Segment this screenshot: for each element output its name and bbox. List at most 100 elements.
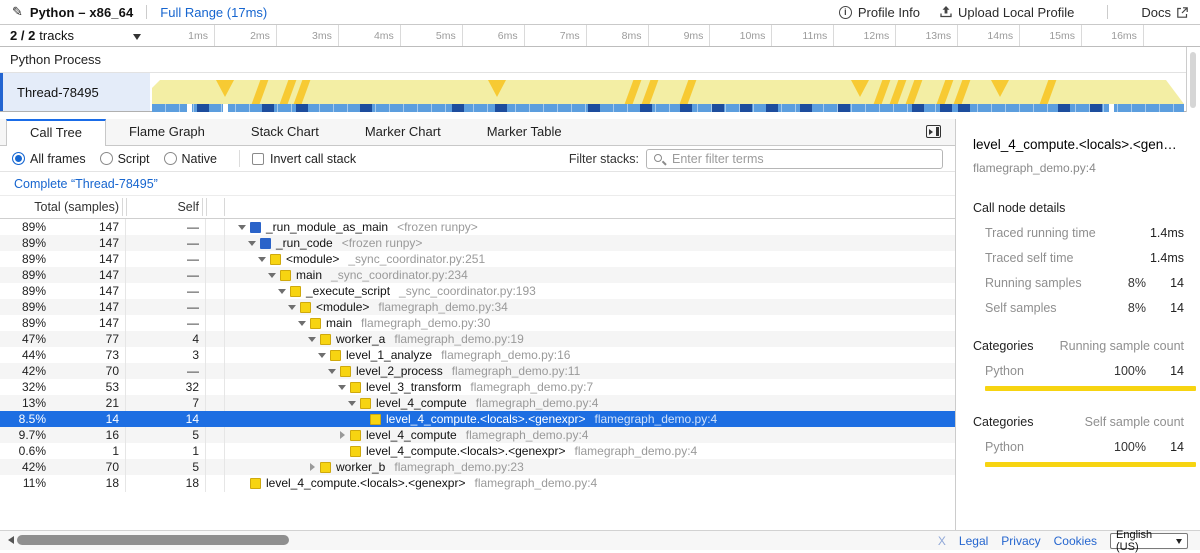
sidebar-toggle-icon bbox=[926, 125, 941, 138]
radio-script[interactable]: Script bbox=[100, 152, 150, 166]
row-self-samples: — bbox=[119, 316, 199, 330]
frame-name: worker_a bbox=[336, 332, 385, 346]
scroll-left-arrow-icon[interactable] bbox=[4, 536, 14, 544]
row-total-percent: 47% bbox=[0, 332, 46, 346]
table-header: Total (samples) Self bbox=[0, 196, 955, 219]
footer-link-privacy[interactable]: Privacy bbox=[1001, 534, 1040, 548]
row-total-samples: 147 bbox=[46, 236, 119, 250]
collapse-arrow-icon[interactable] bbox=[307, 331, 320, 347]
breadcrumb-complete-thread[interactable]: Complete “Thread-78495” bbox=[14, 177, 158, 191]
thread-track-row[interactable]: Thread-78495 bbox=[0, 73, 1186, 112]
collapse-arrow-icon[interactable] bbox=[267, 267, 280, 283]
stat-label: Running samples bbox=[973, 276, 1104, 290]
edit-profile-name-icon[interactable]: ✎ bbox=[12, 4, 23, 20]
docs-link[interactable]: Docs bbox=[1141, 5, 1188, 20]
row-total-percent: 32% bbox=[0, 380, 46, 394]
radio-all-frames-label: All frames bbox=[30, 152, 86, 166]
column-header-self[interactable]: Self bbox=[125, 200, 199, 214]
table-row[interactable]: 89%147—_execute_script_sync_coordinator.… bbox=[0, 283, 955, 299]
table-row[interactable]: 42%70—level_2_processflamegraph_demo.py:… bbox=[0, 363, 955, 379]
footer-link-cookies[interactable]: Cookies bbox=[1054, 534, 1097, 548]
checkbox-icon bbox=[252, 153, 264, 165]
chevron-down-icon bbox=[1176, 539, 1182, 547]
profile-info-button[interactable]: i Profile Info bbox=[839, 5, 920, 20]
sample-segment-dark bbox=[262, 104, 274, 112]
table-row[interactable]: 0.6%11level_4_compute.<locals>.<genexpr>… bbox=[0, 443, 955, 459]
collapse-arrow-icon[interactable] bbox=[337, 379, 350, 395]
table-row[interactable]: 89%147—_run_code<frozen runpy> bbox=[0, 235, 955, 251]
frame-name: level_4_compute bbox=[376, 396, 467, 410]
row-total-percent: 42% bbox=[0, 460, 46, 474]
tracks-dropdown[interactable]: 2 / 2 tracks bbox=[0, 25, 150, 46]
open-sidebar-button[interactable] bbox=[926, 125, 943, 139]
row-frame: worker_bflamegraph_demo.py:23 bbox=[224, 459, 955, 475]
full-range-button[interactable]: Full Range (17ms) bbox=[160, 5, 267, 20]
expand-arrow-icon[interactable] bbox=[337, 427, 350, 443]
row-total-percent: 89% bbox=[0, 284, 46, 298]
filter-input-wrap bbox=[646, 149, 943, 169]
collapse-arrow-icon[interactable] bbox=[257, 251, 270, 267]
sample-segment-dark bbox=[640, 104, 652, 112]
horizontal-scrollbar[interactable] bbox=[0, 531, 955, 550]
search-icon bbox=[654, 154, 662, 162]
sample-segment-dark bbox=[1090, 104, 1102, 112]
table-row[interactable]: 42%705worker_bflamegraph_demo.py:23 bbox=[0, 459, 955, 475]
row-total-samples: 147 bbox=[46, 220, 119, 234]
table-row[interactable]: 44%733level_1_analyzeflamegraph_demo.py:… bbox=[0, 347, 955, 363]
table-row[interactable]: 89%147—<module>flamegraph_demo.py:34 bbox=[0, 299, 955, 315]
chevron-down-icon bbox=[133, 34, 141, 44]
radio-all-frames[interactable]: All frames bbox=[12, 152, 86, 166]
tab-marker-chart[interactable]: Marker Chart bbox=[342, 119, 464, 145]
yellow-frame-icon bbox=[360, 398, 371, 409]
collapse-arrow-icon[interactable] bbox=[327, 363, 340, 379]
sample-segment-dark bbox=[296, 104, 308, 112]
table-row[interactable]: 11%1818level_4_compute.<locals>.<genexpr… bbox=[0, 475, 955, 491]
yellow-frame-icon bbox=[320, 334, 331, 345]
table-row[interactable]: 13%217level_4_computeflamegraph_demo.py:… bbox=[0, 395, 955, 411]
row-total-percent: 11% bbox=[0, 476, 46, 490]
table-row[interactable]: 89%147—main_sync_coordinator.py:234 bbox=[0, 267, 955, 283]
yellow-frame-icon bbox=[280, 270, 291, 281]
footer-link-x[interactable]: X bbox=[938, 534, 946, 548]
collapse-arrow-icon[interactable] bbox=[287, 299, 300, 315]
category-header: CategoriesRunning sample count bbox=[973, 339, 1184, 353]
collapse-arrow-icon[interactable] bbox=[347, 395, 360, 411]
thread-track-label[interactable]: Thread-78495 bbox=[0, 73, 150, 111]
table-row[interactable]: 89%147—mainflamegraph_demo.py:30 bbox=[0, 315, 955, 331]
tab-flame-graph[interactable]: Flame Graph bbox=[106, 119, 228, 145]
collapse-arrow-icon[interactable] bbox=[277, 283, 290, 299]
table-row[interactable]: 89%147—_run_module_as_main<frozen runpy> bbox=[0, 219, 955, 235]
thread-activity-graph[interactable] bbox=[150, 73, 1186, 112]
upload-profile-button[interactable]: Upload Local Profile bbox=[940, 5, 1074, 20]
collapse-arrow-icon[interactable] bbox=[317, 347, 330, 363]
table-row[interactable]: 9.7%165level_4_computeflamegraph_demo.py… bbox=[0, 427, 955, 443]
expand-arrow-icon[interactable] bbox=[307, 459, 320, 475]
scrollbar-thumb[interactable] bbox=[17, 535, 289, 545]
invert-call-stack-checkbox[interactable]: Invert call stack bbox=[252, 152, 356, 166]
table-row[interactable]: 47%774worker_aflamegraph_demo.py:19 bbox=[0, 331, 955, 347]
footer-link-legal[interactable]: Legal bbox=[959, 534, 988, 548]
row-total-samples: 18 bbox=[46, 476, 119, 490]
frame-file: flamegraph_demo.py:4 bbox=[574, 444, 697, 458]
timeline-ruler[interactable]: 1ms2ms3ms4ms5ms6ms7ms8ms9ms10ms11ms12ms1… bbox=[150, 25, 1200, 46]
frame-name: main bbox=[296, 268, 322, 282]
table-row[interactable]: 89%147—<module>_sync_coordinator.py:251 bbox=[0, 251, 955, 267]
column-header-total[interactable]: Total (samples) bbox=[0, 200, 119, 214]
radio-native[interactable]: Native bbox=[164, 152, 217, 166]
sample-strip-gap bbox=[1109, 104, 1114, 112]
collapse-arrow-icon[interactable] bbox=[297, 315, 310, 331]
collapse-arrow-icon[interactable] bbox=[247, 235, 260, 251]
tab-marker-table[interactable]: Marker Table bbox=[464, 119, 585, 145]
category-value: 14 bbox=[1146, 440, 1184, 454]
language-select[interactable]: English (US) bbox=[1110, 533, 1188, 549]
tab-call-tree[interactable]: Call Tree bbox=[6, 119, 106, 146]
tab-stack-chart[interactable]: Stack Chart bbox=[228, 119, 342, 145]
table-row[interactable]: 32%5332level_3_transformflamegraph_demo.… bbox=[0, 379, 955, 395]
tracks-right-border bbox=[1186, 47, 1187, 112]
table-row[interactable]: 8.5%1414level_4_compute.<locals>.<genexp… bbox=[0, 411, 955, 427]
tracks-scrollbar[interactable] bbox=[1190, 52, 1196, 108]
process-track-row[interactable]: Python Process bbox=[0, 47, 1186, 73]
row-self-samples: 1 bbox=[119, 444, 199, 458]
collapse-arrow-icon[interactable] bbox=[237, 219, 250, 235]
filter-stacks-input[interactable] bbox=[646, 149, 943, 169]
